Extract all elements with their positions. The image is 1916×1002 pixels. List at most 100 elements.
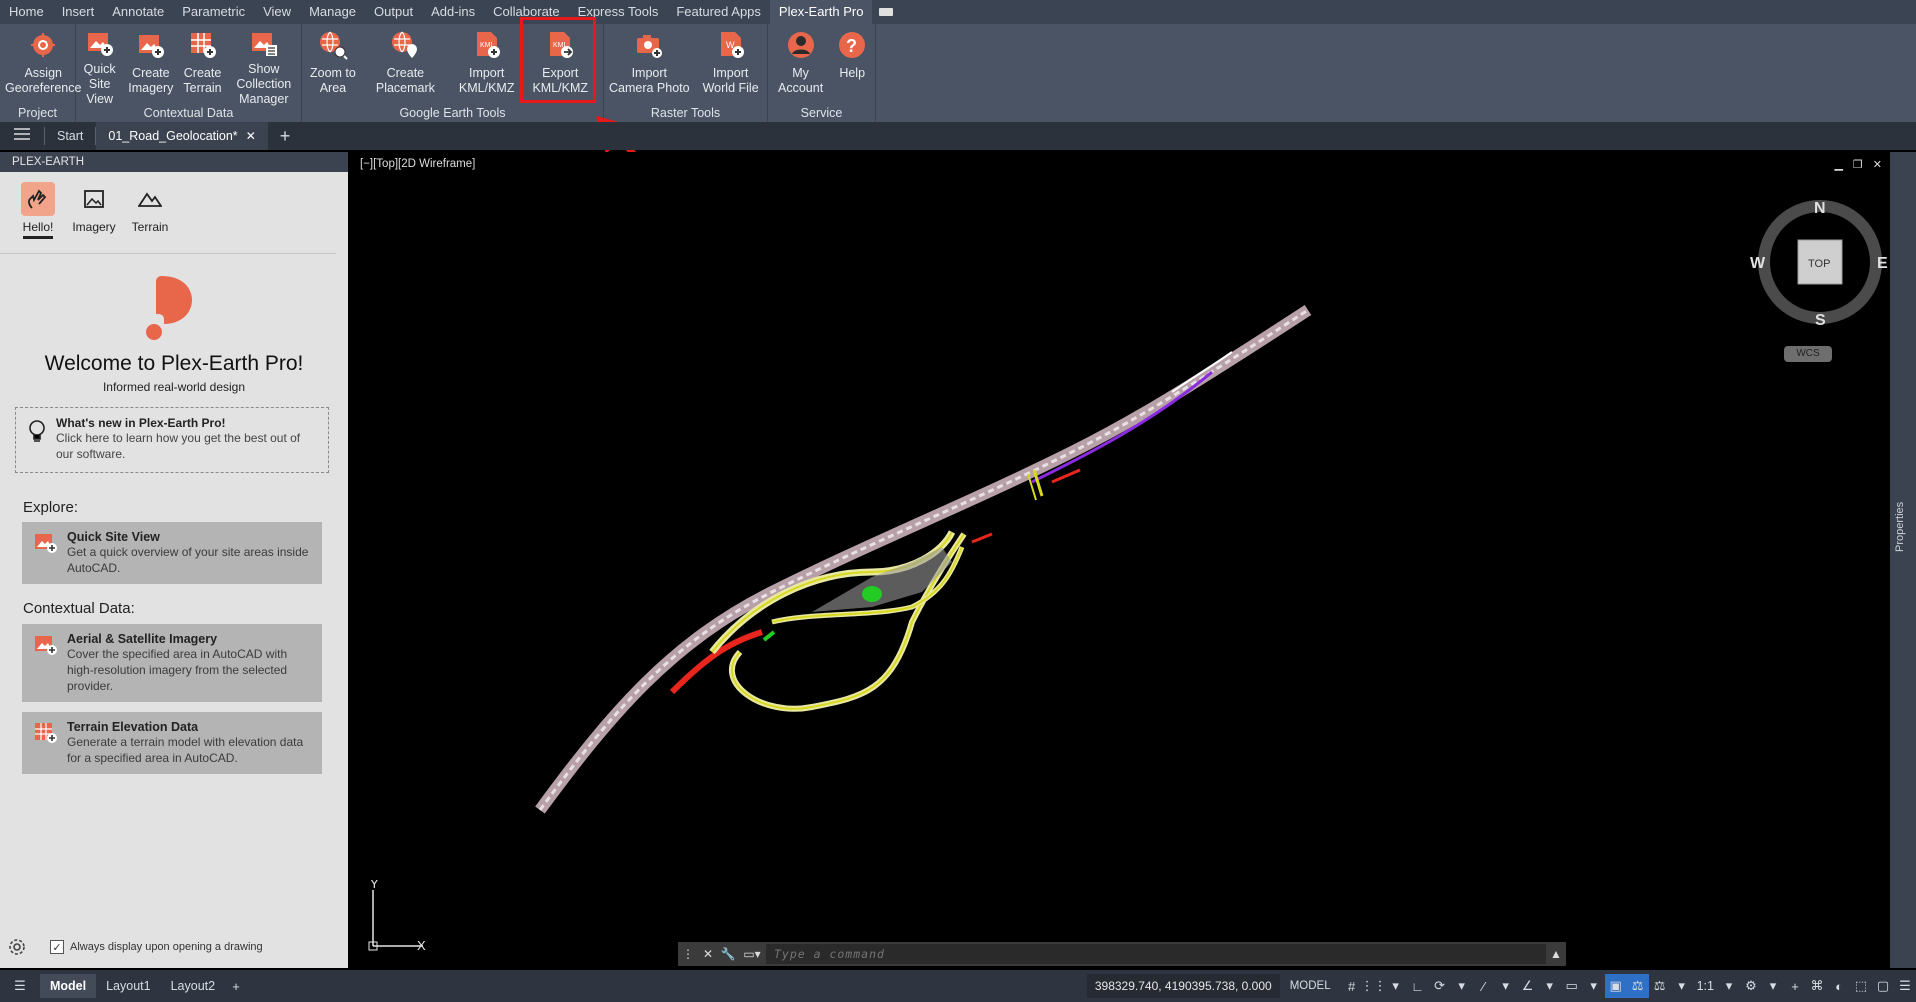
zoom-window-icon[interactable]: ⬚ [1850,974,1872,998]
ribbon-minimize-button[interactable] [872,0,900,24]
new-tab-button[interactable]: + [268,122,303,150]
import-camera-photo-button[interactable]: Import Camera Photo [604,28,695,104]
aerial-imagery-card[interactable]: Aerial & Satellite Imagery Cover the spe… [22,624,322,702]
tab-annotate[interactable]: Annotate [103,0,173,24]
create-imagery-button[interactable]: Create Imagery [123,28,178,104]
tab-imagery[interactable]: Imagery [68,182,120,253]
terrain-elevation-card[interactable]: Terrain Elevation Data Generate a terrai… [22,712,322,774]
hamburger-icon[interactable]: ☰ [0,974,40,998]
kml-import-icon: KML [476,32,500,58]
viewcube-top-face[interactable]: TOP [1808,258,1830,270]
polar-icon[interactable]: ⟳ [1429,974,1451,998]
tab-home[interactable]: Home [0,0,53,24]
tab-add-ins[interactable]: Add-ins [422,0,484,24]
coordinates-readout[interactable]: 398329.740, 4190395.738, 0.000 [1086,974,1280,998]
hamburger-icon [14,128,30,140]
command-prompt-icon[interactable]: ▭▾ [738,947,766,961]
tab-model[interactable]: Model [40,974,97,998]
create-placemark-button[interactable]: Create Placemark [364,28,447,104]
drawing-viewport[interactable]: [−][Top][2D Wireframe] ▁ ❐ ✕ N S W E TOP… [352,152,1890,968]
status-bar: ☰ Model Layout1 Layout2 + 398329.740, 41… [0,970,1916,1002]
snap-icon[interactable]: ⋮⋮ [1361,974,1387,998]
gear-icon[interactable] [8,938,26,956]
hardware-acceleration-icon[interactable]: ⌘ [1806,974,1828,998]
chevron-down-icon[interactable]: ▾ [1451,974,1473,998]
plex-earth-logo [146,276,192,340]
otrack-icon[interactable]: ∠ [1517,974,1539,998]
chevron-down-icon[interactable]: ▾ [1718,974,1740,998]
chevron-down-icon[interactable]: ▾ [1539,974,1561,998]
georeference-icon [31,33,56,57]
quick-site-view-button[interactable]: Quick Site View [76,28,123,106]
compass-north[interactable]: N [1814,200,1826,217]
tab-terrain[interactable]: Terrain [124,182,176,253]
tab-output[interactable]: Output [365,0,422,24]
chevron-down-icon[interactable]: ▾ [1495,974,1517,998]
import-kml-kmz-button[interactable]: KML Import KML/KMZ [447,28,527,104]
tab-layout2[interactable]: Layout2 [161,974,225,998]
whats-new-title: What's new in Plex-Earth Pro! [56,416,226,430]
tab-drawing[interactable]: 01_Road_Geolocation* ✕ [96,122,268,150]
welcome-title: Welcome to Plex-Earth Pro! [44,352,304,375]
tab-featured-apps[interactable]: Featured Apps [667,0,770,24]
wcs-menu[interactable]: WCS [1784,346,1832,362]
grip-icon[interactable]: ⋮ [678,947,698,961]
close-icon[interactable]: ✕ [246,122,256,150]
close-icon[interactable]: ✕ [698,947,718,961]
osnap-icon[interactable]: ⁄ [1473,974,1495,998]
palette-header: PLEX-EARTH [0,152,348,172]
customize-menu-icon[interactable]: ☰ [1894,974,1916,998]
selection-filter-icon[interactable]: ▣ [1604,974,1627,998]
fullscreen-icon[interactable]: ▢ [1872,974,1894,998]
import-world-file-button[interactable]: W Import World File [695,28,767,104]
image-icon [84,190,104,208]
my-account-button[interactable]: My Account [768,28,833,104]
properties-strip[interactable]: Properties [1890,152,1916,968]
tab-start[interactable]: Start [45,122,95,150]
quick-site-view-card[interactable]: Quick Site View Get a quick overview of … [22,522,322,584]
grid-icon[interactable]: # [1341,974,1363,998]
annotation-visibility-icon[interactable]: ⚖ [1626,974,1649,998]
tab-plex-earth-pro[interactable]: Plex-Earth Pro [769,0,873,24]
wrench-icon[interactable]: 🔧 [718,947,738,961]
ribbon-panel: Assign Georeference Project Quick Site V… [0,24,1916,122]
tab-layout1[interactable]: Layout1 [96,974,160,998]
chevron-down-icon[interactable]: ▾ [1385,974,1407,998]
always-display-checkbox[interactable]: ✓ [50,940,64,954]
chevron-down-icon[interactable]: ▾ [1583,974,1605,998]
properties-label[interactable]: Properties [1894,502,1906,552]
chevron-up-icon[interactable]: ▲ [1546,947,1566,961]
show-collection-manager-button[interactable]: Show Collection Manager [227,28,301,106]
isolate-objects-icon[interactable]: ◐ [1828,974,1850,998]
chevron-down-icon[interactable]: ▾ [1762,974,1784,998]
selection-cycle-icon[interactable]: ▭ [1561,974,1583,998]
zoom-to-area-button[interactable]: Zoom to Area [302,28,364,104]
tab-drawing-label: 01_Road_Geolocation* [108,129,238,143]
assign-georeference-button[interactable]: Assign Georeference [0,28,86,104]
model-space-toggle[interactable]: MODEL [1280,974,1341,998]
auto-scale-icon[interactable]: ⚖ [1649,974,1671,998]
tab-parametric[interactable]: Parametric [173,0,254,24]
annotation-scale[interactable]: 1:1 [1693,974,1718,998]
chevron-down-icon[interactable]: ▾ [1671,974,1693,998]
tab-manage[interactable]: Manage [300,0,365,24]
command-input[interactable] [766,944,1546,964]
tab-view[interactable]: View [254,0,300,24]
tab-insert[interactable]: Insert [53,0,104,24]
help-button[interactable]: ? Help [833,28,871,104]
compass-south[interactable]: S [1815,312,1826,329]
app-menu-button[interactable] [0,122,44,150]
ortho-icon[interactable]: ∟ [1407,974,1429,998]
viewcube[interactable]: N S W E TOP [1750,192,1890,332]
tab-hello[interactable]: Hello! [12,182,64,253]
plus-icon[interactable]: + [1784,974,1806,998]
gear-icon[interactable]: ⚙ [1740,974,1762,998]
compass-east[interactable]: E [1877,255,1888,272]
compass-west[interactable]: W [1750,255,1766,272]
add-layout-button[interactable]: + [225,974,247,998]
site-view-icon [35,534,57,553]
highlight-box [520,17,596,103]
create-terrain-button[interactable]: Create Terrain [178,28,226,104]
welcome-subtitle: Informed real-world design [102,380,246,394]
whats-new-card[interactable]: What's new in Plex-Earth Pro! Click here… [15,407,329,473]
